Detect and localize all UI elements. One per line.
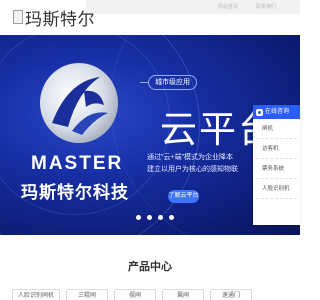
banner-tag: 城市级应用 (148, 75, 197, 90)
logo-image-icon (13, 10, 23, 24)
category-flap[interactable]: 翼闸 (162, 289, 204, 300)
site-logo[interactable]: 玛斯特尔 (13, 4, 95, 30)
category-speed[interactable]: 速通门 (210, 289, 252, 300)
category-swing[interactable]: 摆闸 (114, 289, 156, 300)
brand-name-cn: 玛斯特尔科技 (21, 183, 129, 203)
logo-text: 玛斯特尔 (25, 9, 95, 30)
banner-desc-line-2: 建立以用户为核心的感知物联 (147, 166, 238, 173)
carousel-dot-1[interactable] (136, 215, 141, 220)
online-consult-label: 在线咨询 (265, 109, 290, 115)
carousel-dot-3[interactable] (158, 215, 163, 220)
carousel-dot-4[interactable] (169, 215, 174, 220)
topbar-link-contact[interactable]: 联系我们 (256, 3, 276, 10)
carousel-dots (136, 215, 174, 220)
carousel-dot-2[interactable] (147, 215, 152, 220)
category-tripod[interactable]: 三辊闸 (66, 289, 108, 300)
banner-desc-line-1: 通过"云+端"模式为企业降本 (147, 154, 234, 161)
category-face-gate[interactable]: 人脸识别闸机 (12, 289, 60, 300)
site-header: 网站首页 联系我们 玛斯特尔 (0, 0, 300, 35)
learn-cloud-button[interactable]: 了解云平台 (168, 190, 199, 203)
brand-name-en: MASTER (31, 153, 124, 174)
topbar-link-home[interactable]: 网站首页 (218, 3, 238, 10)
product-category-tabs: 人脸识别闸机 三辊闸 摆闸 翼闸 速通门 (0, 289, 300, 300)
master-emblem-icon (40, 63, 118, 143)
online-service-panel: 在线咨询 闸机 访客机 票务系统 人脸识别机 (253, 105, 300, 225)
top-bar: 网站首页 联系我们 (86, 0, 300, 14)
online-consult-header[interactable]: 在线咨询 (253, 105, 300, 119)
page: 网站首页 联系我们 玛斯特尔 MASTER 玛斯特尔科技 城市级应用 云平台 通… (0, 0, 300, 300)
side-item-ticketing[interactable]: 票务系统 (256, 159, 297, 179)
product-center-title: 产品中心 (128, 260, 172, 273)
side-item-gate[interactable]: 闸机 (256, 119, 297, 139)
side-item-face[interactable]: 人脸识别机 (256, 179, 297, 199)
side-item-visitor[interactable]: 访客机 (256, 139, 297, 159)
chat-icon (256, 108, 263, 116)
